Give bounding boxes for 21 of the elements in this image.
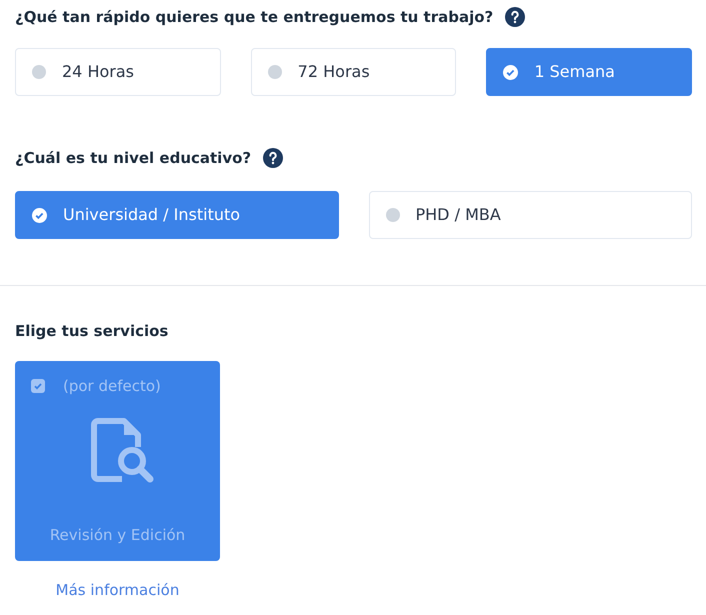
question-heading: ¿Cuál es tu nivel educativo?	[15, 148, 252, 169]
service-name: Revisión y Edición	[50, 525, 186, 546]
radio-circle-icon	[268, 65, 282, 79]
section-heading: Elige tus servicios	[15, 321, 170, 342]
help-icon[interactable]	[505, 7, 526, 27]
radio-circle-icon	[386, 208, 400, 222]
check-circle-icon	[503, 64, 518, 80]
option-button[interactable]: 1 Semana	[486, 48, 692, 96]
option-button[interactable]: 24 Horas	[15, 48, 221, 96]
checkbox[interactable]	[31, 378, 45, 393]
more-info-link[interactable]: Más información	[56, 578, 180, 601]
check-icon	[33, 380, 43, 391]
option-button[interactable]: PHD / MBA	[368, 191, 692, 239]
help-icon[interactable]	[263, 148, 284, 168]
default-tag: (por defecto)	[63, 374, 161, 397]
option-button[interactable]: 72 Horas	[250, 48, 456, 96]
option-button[interactable]: Universidad / Instituto	[15, 191, 338, 239]
service-card[interactable]: (por defecto) Revisión y Edición	[15, 360, 220, 560]
question-heading: ¿Qué tan rápido quieres que te entreguemos tu trabajo?	[15, 6, 494, 28]
check-circle-icon	[32, 208, 47, 222]
radio-circle-icon	[32, 65, 46, 79]
